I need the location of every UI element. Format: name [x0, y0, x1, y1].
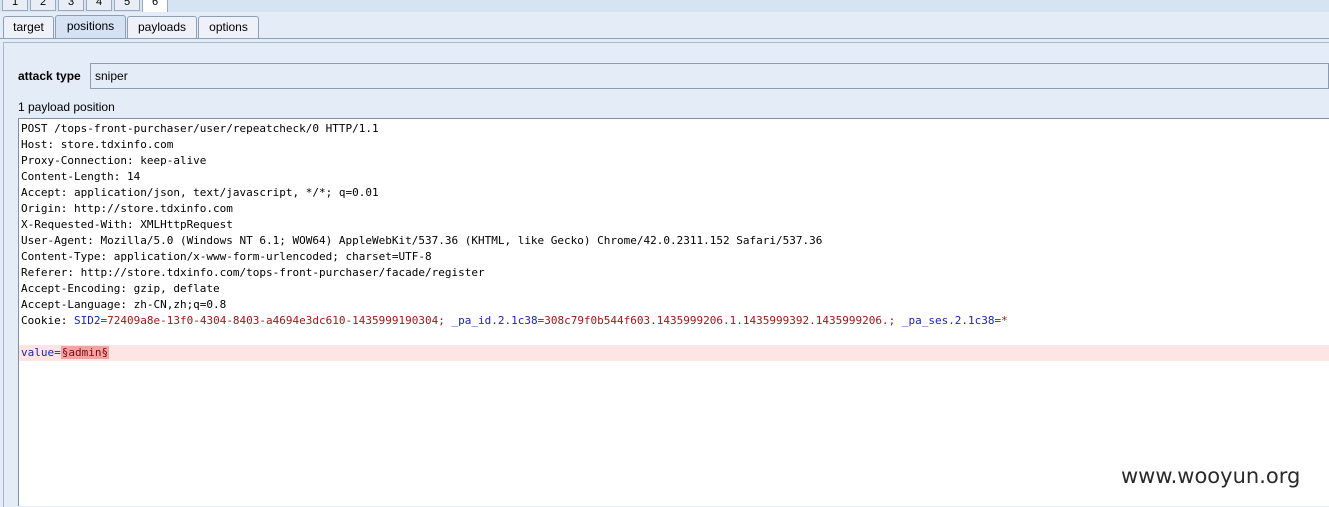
- cookie-line: Cookie: SID2=72409a8e-13f0-4304-8403-a46…: [21, 313, 1008, 329]
- tab-target[interactable]: target: [3, 16, 54, 38]
- request-line: Proxy-Connection: keep-alive: [21, 154, 207, 167]
- body-param-name: value: [21, 346, 55, 359]
- request-line: Host: store.tdxinfo.com: [21, 138, 174, 151]
- request-tab-5[interactable]: 5: [114, 0, 140, 11]
- request-editor[interactable]: POST /tops-front-purchaser/user/repeatch…: [18, 118, 1329, 506]
- request-text: POST /tops-front-purchaser/user/repeatch…: [21, 121, 1008, 361]
- cookie-sid-value: =72409a8e-13f0-4304-8403-a4694e3dc610-14…: [100, 314, 452, 327]
- cookie-sid-name: SID2: [73, 314, 101, 327]
- tab-positions[interactable]: positions: [55, 15, 126, 39]
- intruder-tab-bar: target positions payloads options: [0, 12, 1329, 39]
- request-line: Accept: application/json, text/javascrip…: [21, 186, 379, 199]
- tab-payloads[interactable]: payloads: [127, 16, 197, 38]
- request-line: Content-Type: application/x-www-form-url…: [21, 250, 432, 263]
- watermark: www.wooyun.org: [1121, 464, 1301, 488]
- cookie-pa-id-name: _pa_id.2.1c38: [451, 314, 538, 327]
- request-line: POST /tops-front-purchaser/user/repeatch…: [21, 122, 379, 135]
- cookie-prefix: Cookie:: [21, 314, 74, 327]
- attack-type-label: attack type: [18, 69, 81, 83]
- request-line: Accept-Encoding: gzip, deflate: [21, 282, 220, 295]
- request-line: Origin: http://store.tdxinfo.com: [21, 202, 233, 215]
- cookie-pa-id-value: =308c79f0b544f603.1435999206.1.143599939…: [537, 314, 902, 327]
- request-line: X-Requested-With: XMLHttpRequest: [21, 218, 233, 231]
- request-line: Content-Length: 14: [21, 170, 141, 183]
- payload-position-marker[interactable]: §admin§: [60, 346, 110, 359]
- request-tab-4[interactable]: 4: [86, 0, 112, 11]
- cookie-pa-ses-value: =*: [994, 314, 1008, 327]
- request-tab-3[interactable]: 3: [58, 0, 84, 11]
- attack-type-select[interactable]: sniper: [90, 63, 1329, 89]
- cookie-pa-ses-name: _pa_ses.2.1c38: [901, 314, 995, 327]
- body-line: value=§admin§: [21, 345, 1008, 361]
- payload-position-count: 1 payload position: [18, 100, 115, 114]
- request-line: Accept-Language: zh-CN,zh;q=0.8: [21, 298, 227, 311]
- request-tab-1[interactable]: 1: [2, 0, 28, 11]
- tab-options[interactable]: options: [198, 16, 259, 38]
- request-line: Referer: http://store.tdxinfo.com/tops-f…: [21, 266, 485, 279]
- tab-divider: [0, 38, 1329, 39]
- request-line: User-Agent: Mozilla/5.0 (Windows NT 6.1;…: [21, 234, 823, 247]
- body-param-equals: =: [54, 346, 61, 359]
- request-tab-2[interactable]: 2: [30, 0, 56, 11]
